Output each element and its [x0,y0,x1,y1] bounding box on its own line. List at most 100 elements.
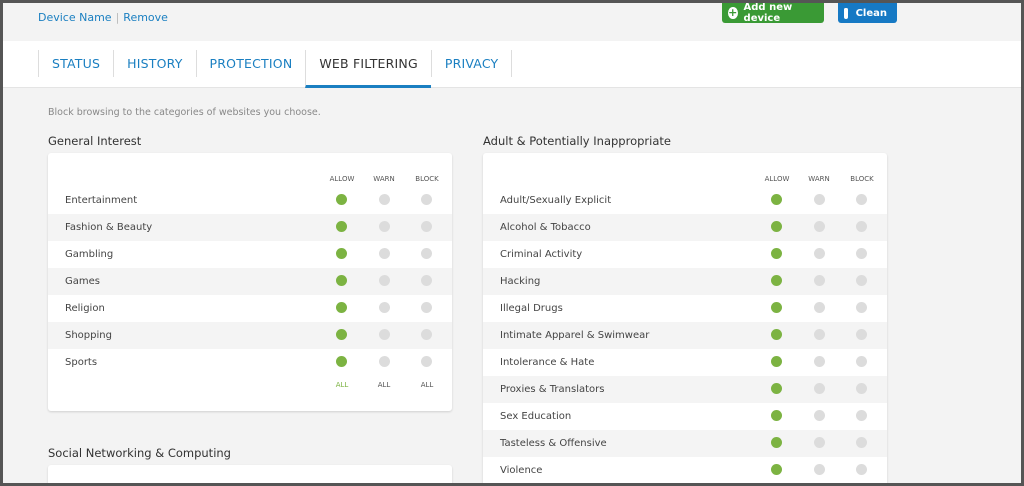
block-radio[interactable] [421,329,432,340]
tabs: STATUS HISTORY PROTECTION WEB FILTERING … [38,50,513,88]
category-label: Shopping [65,330,112,341]
allow-radio[interactable] [336,356,347,367]
tab-protection[interactable]: PROTECTION [195,50,306,77]
block-radio[interactable] [856,383,867,394]
general-interest-card: ALLOW WARN BLOCK ALL ALL ALL Entertainme… [48,153,452,411]
warn-radio[interactable] [814,329,825,340]
add-device-button[interactable]: + Add new device [722,2,824,24]
allow-radio[interactable] [771,302,782,313]
block-radio[interactable] [856,302,867,313]
category-row: Shopping [48,322,452,349]
warn-radio[interactable] [814,383,825,394]
category-label: Intolerance & Hate [500,357,595,368]
block-radio[interactable] [421,275,432,286]
tab-web-filtering[interactable]: WEB FILTERING [305,50,431,88]
top-bar: Device Name | Remove + Add new device Clea… [3,3,1021,41]
warn-radio[interactable] [379,356,390,367]
category-label: Fashion & Beauty [65,222,153,233]
clean-label: Clean [855,7,887,19]
category-label: Sports [65,357,98,368]
category-row: Sex Education [483,403,887,430]
allow-radio[interactable] [336,329,347,340]
warn-radio[interactable] [814,248,825,259]
block-radio[interactable] [856,410,867,421]
block-radio[interactable] [856,248,867,259]
warn-radio[interactable] [379,329,390,340]
warn-radio[interactable] [379,194,390,205]
remove-link[interactable]: Remove [123,11,168,24]
device-name-link[interactable]: Device Name [38,11,112,24]
warn-radio[interactable] [379,221,390,232]
block-radio[interactable] [856,437,867,448]
block-radio[interactable] [421,302,432,313]
allow-radio[interactable] [771,464,782,475]
warn-radio[interactable] [814,194,825,205]
warn-radio[interactable] [814,437,825,448]
category-label: Intimate Apparel & Swimwear [500,330,650,341]
block-radio[interactable] [421,248,432,259]
category-label: Violence [500,465,543,476]
allow-radio[interactable] [771,329,782,340]
category-row: Intolerance & Hate [483,349,887,376]
category-row: Adult/Sexually Explicit [483,187,887,214]
col-warn: WARN [373,175,395,183]
page-description: Block browsing to the categories of webs… [48,107,321,118]
allow-radio[interactable] [771,437,782,448]
warn-radio[interactable] [814,275,825,286]
warn-radio[interactable] [814,302,825,313]
social-networking-card [48,465,452,483]
allow-radio[interactable] [336,194,347,205]
category-row: Religion [48,295,452,322]
allow-radio[interactable] [771,194,782,205]
app-frame: Device Name | Remove + Add new device Clea… [0,0,1024,486]
warn-radio[interactable] [814,221,825,232]
col-allow: ALLOW [764,175,790,183]
allow-radio[interactable] [771,275,782,286]
category-row: Sports [48,349,452,376]
block-radio[interactable] [421,356,432,367]
clean-button[interactable]: Clean [838,3,897,23]
tab-history[interactable]: HISTORY [113,50,195,77]
warn-radio[interactable] [379,302,390,313]
category-row: Games [48,268,452,295]
allow-radio[interactable] [771,383,782,394]
allow-radio[interactable] [771,248,782,259]
category-label: Gambling [65,249,114,260]
section-title-adult: Adult & Potentially Inappropriate [483,134,671,148]
block-radio[interactable] [856,194,867,205]
block-radio[interactable] [856,275,867,286]
warn-radio[interactable] [814,464,825,475]
category-row: Tasteless & Offensive [483,430,887,457]
warn-radio[interactable] [814,356,825,367]
block-radio[interactable] [421,221,432,232]
block-all-link[interactable]: ALL [407,381,447,389]
block-radio[interactable] [856,221,867,232]
block-radio[interactable] [421,194,432,205]
block-radio[interactable] [856,464,867,475]
warn-radio[interactable] [379,275,390,286]
category-label: Religion [65,303,105,314]
category-label: Alcohol & Tobacco [500,222,591,233]
allow-radio[interactable] [771,410,782,421]
warn-all-link[interactable]: ALL [364,381,404,389]
block-radio[interactable] [856,356,867,367]
allow-radio[interactable] [771,221,782,232]
tab-status[interactable]: STATUS [38,50,113,77]
warn-radio[interactable] [814,410,825,421]
category-row: Alcohol & Tobacco [483,214,887,241]
allow-radio[interactable] [771,356,782,367]
block-radio[interactable] [856,329,867,340]
category-row: Criminal Activity [483,241,887,268]
allow-radio[interactable] [336,302,347,313]
add-device-label: Add new device [743,2,793,24]
adult-inappropriate-card: ALLOW WARN BLOCK Adult/Sexually Explicit… [483,153,887,483]
shield-icon [844,7,848,19]
col-block: BLOCK [850,175,874,183]
allow-radio[interactable] [336,248,347,259]
allow-all-link[interactable]: ALL [322,381,362,389]
tab-privacy[interactable]: PRIVACY [430,50,513,77]
allow-radio[interactable] [336,221,347,232]
allow-radio[interactable] [336,275,347,286]
warn-radio[interactable] [379,248,390,259]
col-warn: WARN [808,175,830,183]
